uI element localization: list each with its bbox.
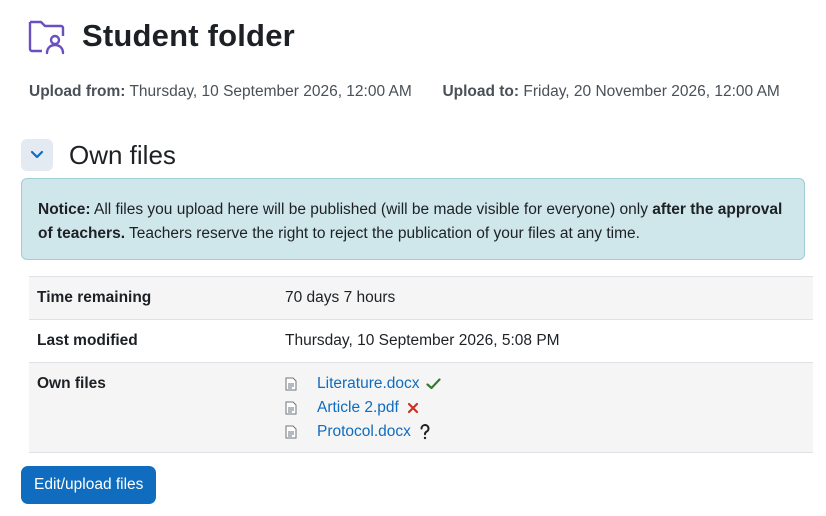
section-title: Own files	[69, 139, 176, 170]
list-item: Literature.docx	[285, 372, 442, 396]
upload-from-value: Thursday, 10 September 2026, 12:00 AM	[129, 83, 412, 100]
notice-text-1: All files you upload here will be publis…	[94, 201, 648, 218]
list-item: Article 2.pdf	[285, 396, 442, 420]
list-item: Protocol.docx	[285, 420, 442, 444]
last-modified-label: Last modified	[37, 332, 138, 349]
own-files-label: Own files	[37, 375, 106, 392]
time-remaining-value: 70 days 7 hours	[285, 289, 396, 306]
student-folder-icon	[28, 20, 65, 55]
upload-to-value: Friday, 20 November 2026, 12:00 AM	[523, 83, 780, 100]
last-modified-value: Thursday, 10 September 2026, 5:08 PM	[285, 332, 560, 349]
file-link-literature[interactable]: Literature.docx	[317, 375, 420, 393]
upload-to-label: Upload to:	[442, 83, 520, 100]
document-icon	[285, 425, 297, 439]
question-icon	[417, 424, 433, 440]
document-icon	[285, 377, 297, 391]
table-row: Own files Literature.docx Article 2.pdf	[29, 362, 813, 453]
notice-box: Notice: All files you upload here will b…	[21, 178, 805, 260]
upload-dates: Upload from: Thursday, 10 September 2026…	[29, 83, 780, 101]
page-header: Student folder	[27, 14, 295, 58]
file-link-article-2[interactable]: Article 2.pdf	[317, 399, 399, 417]
document-icon	[285, 401, 297, 415]
submission-details-table: Time remaining 70 days 7 hours Last modi…	[29, 276, 813, 453]
time-remaining-label: Time remaining	[37, 289, 152, 306]
chevron-down-icon	[30, 150, 44, 159]
page-title: Student folder	[82, 18, 295, 53]
cross-icon	[405, 400, 421, 416]
file-link-protocol[interactable]: Protocol.docx	[317, 423, 411, 441]
check-icon	[426, 376, 442, 392]
own-files-section-header: Own files	[21, 139, 176, 171]
table-row: Time remaining 70 days 7 hours	[29, 276, 813, 319]
edit-upload-files-button[interactable]: Edit/upload files	[21, 466, 157, 504]
notice-label: Notice:	[38, 201, 91, 218]
file-list: Literature.docx Article 2.pdf Protocol.d…	[285, 363, 442, 452]
table-row: Last modified Thursday, 10 September 202…	[29, 319, 813, 362]
upload-from-label: Upload from:	[29, 83, 126, 100]
notice-text-2: Teachers reserve the right to reject the…	[129, 224, 640, 242]
collapse-section-button[interactable]	[21, 139, 53, 171]
